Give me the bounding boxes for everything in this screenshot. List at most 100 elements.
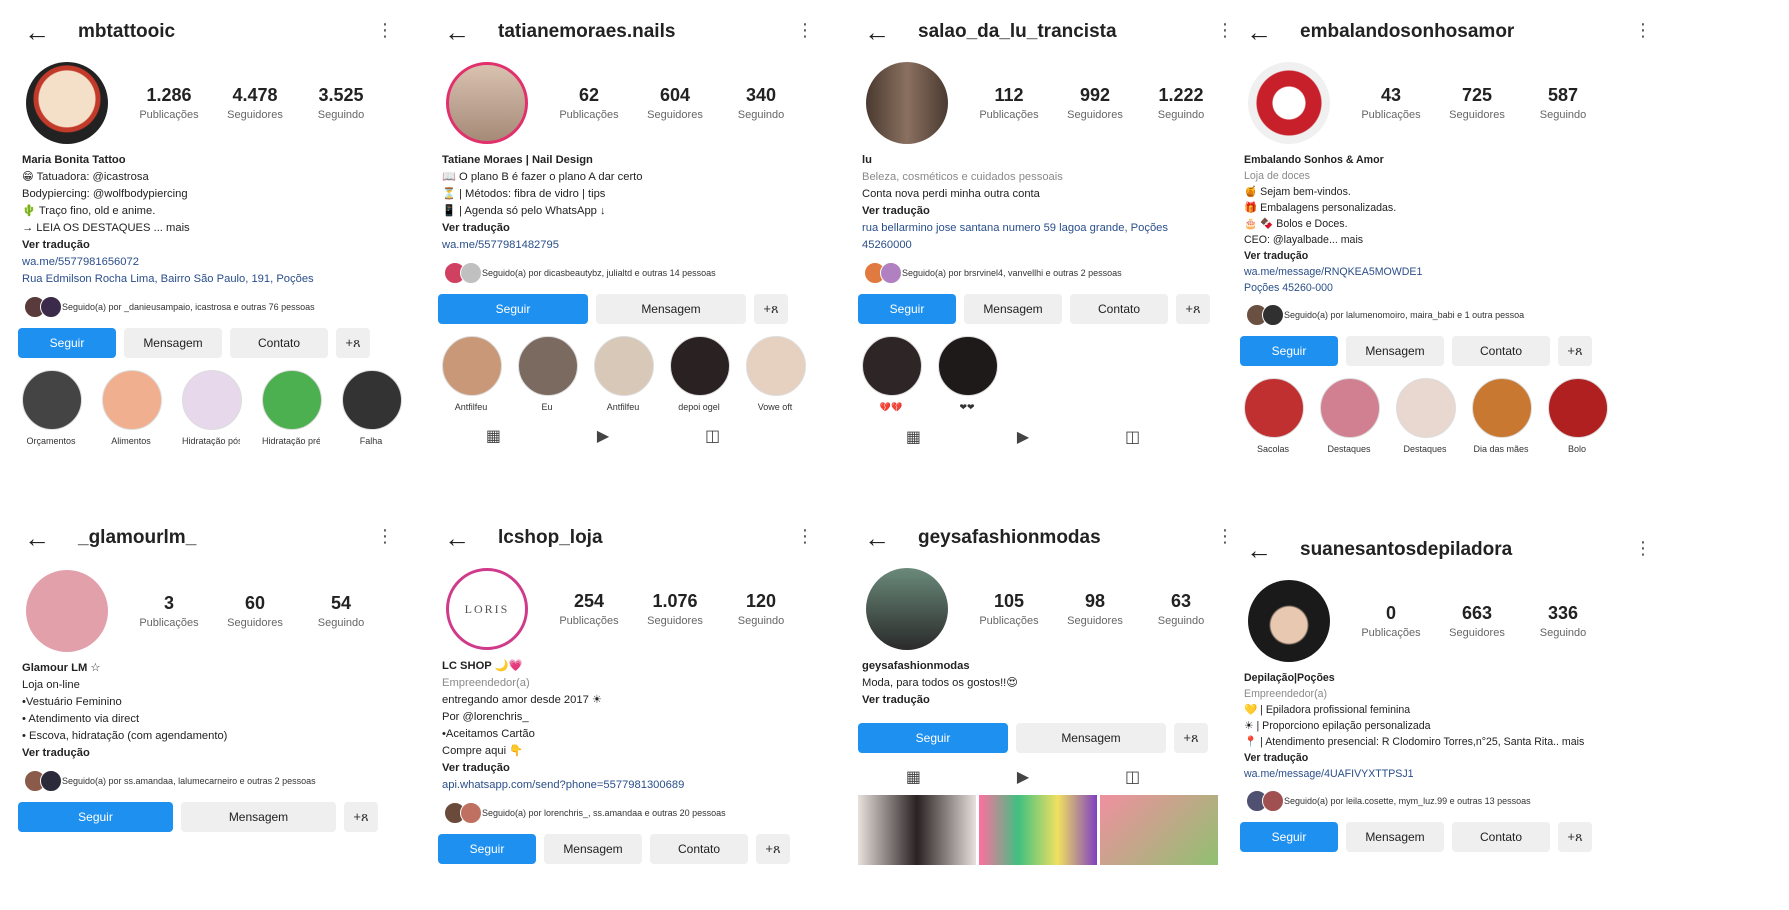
suggest-user-icon[interactable]: +ጸ [754, 294, 788, 324]
back-arrow-icon[interactable]: ← [444, 19, 474, 45]
avatar[interactable] [1248, 62, 1330, 144]
post-thumbnail[interactable] [1100, 795, 1218, 865]
bio-link[interactable]: api.whatsapp.com/send?phone=557798130068… [442, 777, 858, 794]
stat-posts[interactable]: 112 Publicações [966, 85, 1052, 121]
highlight[interactable]: Hidratação pós [182, 370, 242, 446]
avatar[interactable] [866, 568, 948, 650]
avatar[interactable] [26, 62, 108, 144]
stat-following[interactable]: 54 Seguindo [298, 593, 384, 629]
message-button[interactable]: Mensagem [1346, 822, 1444, 852]
followed-by[interactable]: Seguido(a) por leila.cosette, mym_luz.99… [1246, 790, 1670, 812]
post-thumbnail[interactable] [858, 795, 976, 865]
follow-button[interactable]: Seguir [438, 294, 588, 324]
more-options-icon[interactable]: ⋮ [1216, 526, 1234, 547]
reels-icon[interactable]: ▶ [597, 426, 609, 446]
followed-by[interactable]: Seguido(a) por lalumenomoiro, maira_babi… [1246, 304, 1670, 326]
highlight[interactable]: Falha [342, 370, 402, 446]
follow-button[interactable]: Seguir [858, 294, 956, 324]
suggest-user-icon[interactable]: +ጸ [1558, 822, 1592, 852]
address-link[interactable]: Rua Edmilson Rocha Lima, Bairro São Paul… [22, 271, 438, 288]
back-arrow-icon[interactable]: ← [864, 19, 894, 45]
highlight[interactable]: Sacolas [1244, 378, 1304, 454]
followed-by[interactable]: Seguido(a) por lorenchris_, ss.amandaa e… [444, 802, 858, 824]
stat-following[interactable]: 120 Seguindo [718, 591, 804, 627]
highlight[interactable]: Antfilfeu [594, 336, 654, 412]
translate-link[interactable]: Ver tradução [442, 220, 858, 237]
translate-link[interactable]: Ver tradução [862, 692, 1278, 709]
contact-button[interactable]: Contato [650, 834, 748, 864]
stat-posts[interactable]: 62 Publicações [546, 85, 632, 121]
back-arrow-icon[interactable]: ← [1246, 537, 1276, 563]
stat-following[interactable]: 1.222 Seguindo [1138, 85, 1224, 121]
suggest-user-icon[interactable]: +ጸ [1174, 723, 1208, 753]
back-arrow-icon[interactable]: ← [864, 525, 894, 551]
stat-posts[interactable]: 105 Publicações [966, 591, 1052, 627]
highlight[interactable]: Hidratação pré [262, 370, 322, 446]
stat-posts[interactable]: 254 Publicações [546, 591, 632, 627]
more-options-icon[interactable]: ⋮ [796, 526, 814, 547]
avatar[interactable] [1248, 580, 1330, 662]
grid-icon[interactable]: ▦ [906, 427, 921, 447]
highlight[interactable]: Bolo [1548, 378, 1608, 454]
message-button[interactable]: Mensagem [964, 294, 1062, 324]
translate-link[interactable]: Ver tradução [1244, 248, 1670, 264]
translate-link[interactable]: Ver tradução [862, 203, 1278, 220]
stat-followers[interactable]: 725 Seguidores [1434, 85, 1520, 121]
highlight[interactable]: 💔💔 [862, 336, 922, 413]
avatar[interactable] [446, 62, 528, 144]
followed-by[interactable]: Seguido(a) por ss.amandaa, lalumecarneir… [24, 770, 438, 792]
translate-link[interactable]: Ver tradução [22, 237, 438, 254]
more-options-icon[interactable]: ⋮ [796, 20, 814, 41]
highlight[interactable]: Antfilfeu [442, 336, 502, 412]
bio-link[interactable]: wa.me/5577981656072 [22, 254, 438, 271]
follow-button[interactable]: Seguir [18, 802, 173, 832]
highlight[interactable]: Orçamentos [22, 370, 82, 446]
stat-followers[interactable]: 1.076 Seguidores [632, 591, 718, 627]
more-options-icon[interactable]: ⋮ [1634, 538, 1652, 559]
message-button[interactable]: Mensagem [124, 328, 222, 358]
reels-icon[interactable]: ▶ [1017, 767, 1029, 787]
suggest-user-icon[interactable]: +ጸ [756, 834, 790, 864]
translate-link[interactable]: Ver tradução [442, 760, 858, 777]
suggest-user-icon[interactable]: +ጸ [344, 802, 378, 832]
stat-following[interactable]: 340 Seguindo [718, 85, 804, 121]
stat-posts[interactable]: 43 Publicações [1348, 85, 1434, 121]
suggest-user-icon[interactable]: +ጸ [1558, 336, 1592, 366]
avatar[interactable] [866, 62, 948, 144]
follow-button[interactable]: Seguir [858, 723, 1008, 753]
stat-followers[interactable]: 604 Seguidores [632, 85, 718, 121]
suggest-user-icon[interactable]: +ጸ [1176, 294, 1210, 324]
message-button[interactable]: Mensagem [181, 802, 336, 832]
translate-link[interactable]: Ver tradução [22, 745, 438, 762]
stat-posts[interactable]: 0 Publicações [1348, 603, 1434, 639]
stat-followers[interactable]: 60 Seguidores [212, 593, 298, 629]
post-thumbnail[interactable] [979, 795, 1097, 865]
highlight[interactable]: depoi ogel [670, 336, 730, 412]
address-link[interactable]: rua bellarmino jose santana numero 59 la… [862, 220, 1278, 237]
avatar[interactable]: LORIS [446, 568, 528, 650]
avatar[interactable] [26, 570, 108, 652]
contact-button[interactable]: Contato [1452, 822, 1550, 852]
highlight[interactable]: Dia das mães [1472, 378, 1532, 454]
follow-button[interactable]: Seguir [1240, 336, 1338, 366]
stat-followers[interactable]: 992 Seguidores [1052, 85, 1138, 121]
contact-button[interactable]: Contato [1452, 336, 1550, 366]
bio-link[interactable]: wa.me/5577981482795 [442, 237, 858, 254]
message-button[interactable]: Mensagem [1016, 723, 1166, 753]
followed-by[interactable]: Seguido(a) por dicasbeautybz, julialtd e… [444, 262, 858, 284]
followed-by[interactable]: Seguido(a) por brsrvinel4, vanvellhi e o… [864, 262, 1278, 284]
contact-button[interactable]: Contato [1070, 294, 1168, 324]
bio-link[interactable]: wa.me/message/4UAFIVYXTTPSJ1 [1244, 766, 1670, 782]
followed-by[interactable]: Seguido(a) por _danieusampaio, icastrosa… [24, 296, 438, 318]
bio-link[interactable]: wa.me/message/RNQKEA5MOWDE1 [1244, 264, 1670, 280]
tagged-icon[interactable]: ◫ [705, 426, 720, 446]
highlight[interactable]: ❤❤ [938, 336, 998, 413]
suggest-user-icon[interactable]: +ጸ [336, 328, 370, 358]
reels-icon[interactable]: ▶ [1017, 427, 1029, 447]
highlight[interactable]: Eu [518, 336, 578, 412]
tagged-icon[interactable]: ◫ [1125, 767, 1140, 787]
stat-followers[interactable]: 663 Seguidores [1434, 603, 1520, 639]
highlight[interactable]: Vowe oft [746, 336, 806, 412]
back-arrow-icon[interactable]: ← [24, 525, 54, 551]
more-options-icon[interactable]: ⋮ [376, 526, 394, 547]
